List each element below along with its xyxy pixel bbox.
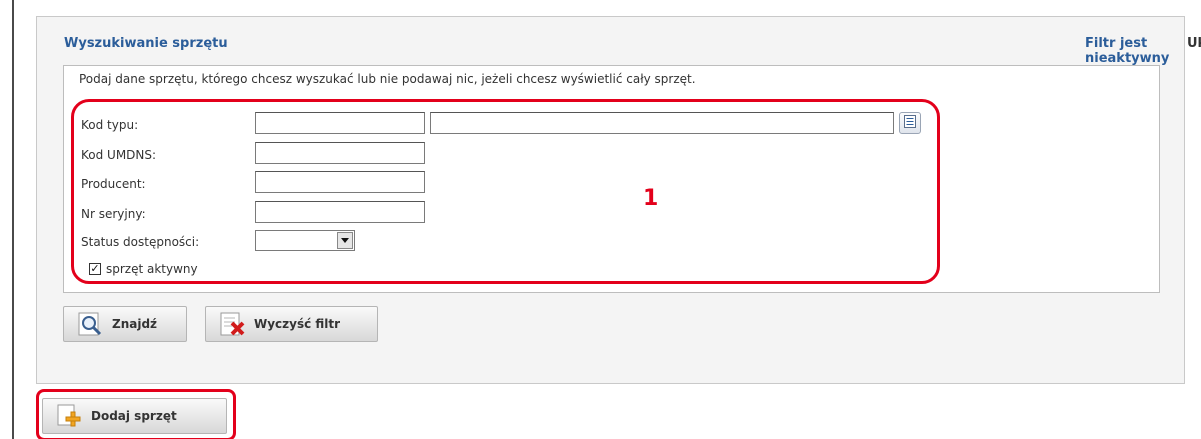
filter-description: Podaj dane sprzętu, którego chcesz wyszu… (79, 72, 696, 86)
filter-status-text: Filtr jest nieaktywny (1085, 36, 1170, 66)
panel-title: Wyszukiwanie sprzętu (64, 36, 228, 51)
clear-filter-icon (220, 312, 246, 336)
clear-filter-button-label: Wyczyść filtr (254, 317, 341, 331)
highlight-frame-add-button (36, 389, 236, 439)
equipment-search-page: Wyszukiwanie sprzętu Filtr jest nieaktyw… (0, 0, 1201, 439)
hide-filter-link[interactable]: Ukryj (1187, 36, 1201, 51)
find-button-label: Znajdź (112, 317, 158, 331)
left-divider (12, 0, 14, 439)
magnifier-icon (78, 312, 104, 336)
clear-filter-button[interactable]: Wyczyść filtr (205, 306, 378, 342)
highlight-frame-fields (71, 99, 940, 284)
find-button[interactable]: Znajdź (63, 306, 187, 342)
highlight-number: 1 (643, 186, 659, 211)
